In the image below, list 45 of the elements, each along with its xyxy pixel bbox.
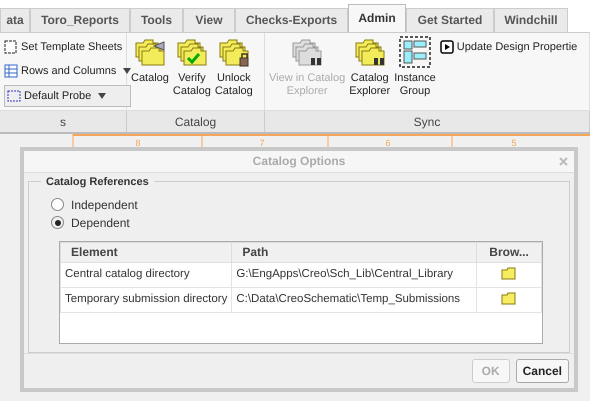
group-label: Sync — [265, 111, 590, 132]
column-header: Element — [60, 242, 232, 262]
ribbon-button[interactable]: Catalog Explorer — [349, 36, 390, 107]
ribbon-button[interactable]: Instance Group — [394, 36, 436, 107]
ribbon-button[interactable]: Verify Catalog — [172, 36, 211, 107]
radio-button[interactable] — [51, 216, 64, 230]
ribbon-tab[interactable]: Windchill — [494, 8, 568, 32]
ribbon-tab[interactable]: Tools — [130, 8, 183, 32]
column-header: Brow... — [476, 242, 542, 262]
group-label: Catalog — [127, 111, 265, 132]
group-label: s — [0, 111, 127, 132]
ruler-label: 6 — [386, 138, 390, 148]
folder-icon[interactable] — [501, 292, 518, 306]
sheet-icon — [4, 40, 18, 54]
probe-dropdown[interactable]: Default Probe — [4, 85, 132, 107]
ribbon-button[interactable]: Update Design Propertie — [440, 36, 585, 58]
table-cell: Central catalog directory — [60, 262, 232, 288]
radio-button[interactable] — [51, 198, 64, 212]
dialog-button[interactable]: Cancel — [516, 358, 569, 383]
play-icon — [440, 40, 454, 54]
ribbon-tab[interactable]: Get Started — [406, 8, 494, 32]
table-cell: G:\EngApps\Creo\Sch_Lib\Central_Library — [232, 262, 477, 288]
ribbon-tab[interactable]: View — [183, 8, 235, 32]
ribbon-tab[interactable]: Checks-Exports — [235, 8, 348, 32]
radio-label: Dependent — [71, 214, 130, 232]
table-cell: Temporary submission directory — [60, 287, 232, 312]
ruler-label: 7 — [260, 138, 264, 148]
ribbon-button[interactable]: Unlock Catalog — [214, 36, 253, 107]
ribbon-button[interactable]: Rows and Columns — [4, 60, 132, 82]
grid-icon — [4, 64, 18, 78]
ruler-label: 8 — [136, 138, 140, 148]
instance-group-icon — [399, 36, 431, 68]
ribbon-tab[interactable]: ata — [0, 8, 30, 32]
column-header: Path — [232, 242, 477, 262]
ruler-label: 5 — [512, 138, 516, 148]
caret-icon — [98, 93, 106, 100]
ribbon-tab[interactable]: Admin — [348, 4, 406, 32]
table-cell: C:\Data\CreoSchematic\Temp_Submissions — [232, 287, 477, 312]
ribbon-button[interactable]: Catalog — [131, 36, 169, 107]
folder-icon[interactable] — [501, 267, 518, 280]
dialog-title: Catalog Options — [252, 153, 346, 170]
ribbon-tab[interactable]: Toro_Reports — [30, 8, 130, 32]
ribbon-button[interactable]: Set Template Sheets — [4, 36, 132, 58]
radio-label: Independent — [71, 196, 138, 214]
probe-icon — [7, 89, 21, 104]
